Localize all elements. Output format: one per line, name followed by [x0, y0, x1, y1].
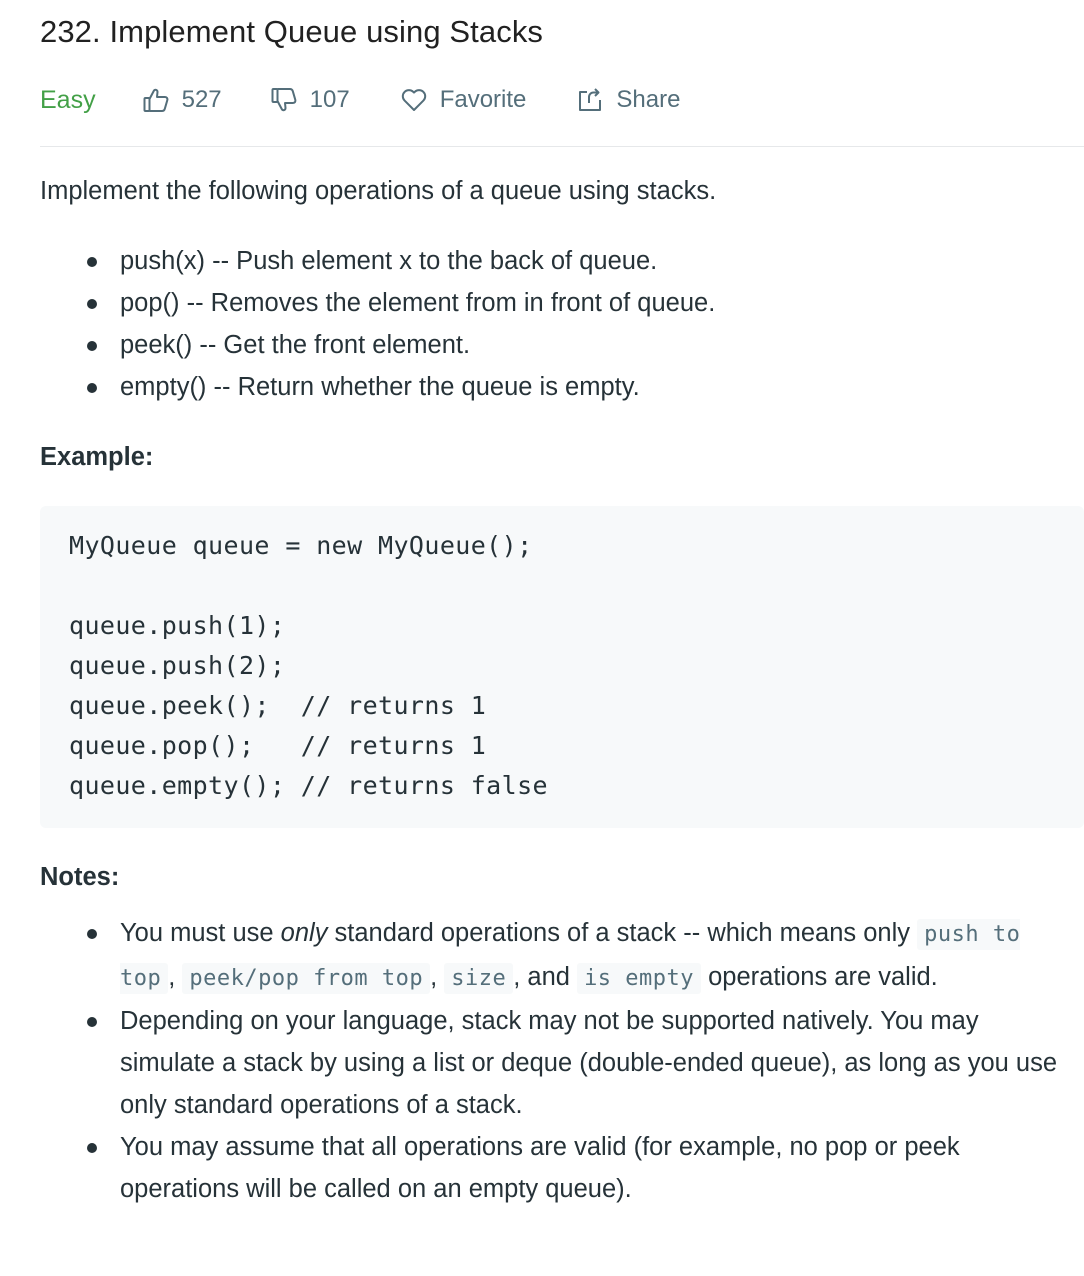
note-item: You must use only standard operations of… [87, 912, 1074, 1000]
code-line: queue.peek(); // returns 1 [69, 691, 487, 720]
operation-item: peek() -- Get the front element. [87, 324, 1084, 366]
thumbs-down-icon [270, 86, 298, 114]
note-text: You must use [120, 919, 281, 947]
note-text: standard operations of a stack -- which … [327, 919, 918, 947]
difficulty-label: Easy [40, 85, 96, 114]
like-button[interactable]: 527 [142, 86, 222, 114]
operations-list: push(x) -- Push element x to the back of… [40, 240, 1084, 408]
example-heading: Example: [40, 443, 154, 471]
favorite-label: Favorite [439, 86, 527, 113]
operation-item: push(x) -- Push element x to the back of… [87, 240, 1084, 282]
code-line: MyQueue queue = new MyQueue(); [69, 531, 533, 560]
code-line: queue.push(2); [69, 651, 286, 680]
dislike-button[interactable]: 107 [270, 86, 350, 114]
problem-meta-bar: Easy 527 107 Favorite Share [40, 80, 680, 120]
dislike-count: 107 [309, 86, 350, 113]
operation-item: pop() -- Removes the element from in fro… [87, 282, 1084, 324]
code-line: queue.empty(); // returns false [69, 771, 548, 800]
note-text: operations are valid. [701, 963, 938, 991]
problem-description: Implement the following operations of a … [40, 170, 1084, 1210]
operation-item: empty() -- Return whether the queue is e… [87, 366, 1084, 408]
header-divider [40, 146, 1084, 147]
favorite-button[interactable]: Favorite [400, 86, 527, 114]
heart-icon [400, 86, 428, 114]
code-line: queue.pop(); // returns 1 [69, 731, 487, 760]
note-separator: , [168, 963, 183, 991]
share-label: Share [616, 86, 681, 113]
code-line: queue.push(1); [69, 611, 286, 640]
share-button[interactable]: Share [576, 86, 680, 114]
problem-title: 232. Implement Queue using Stacks [40, 14, 544, 49]
inline-code: is empty [577, 963, 702, 994]
problem-page: 232. Implement Queue using Stacks Easy 5… [0, 0, 1084, 1276]
inline-code: peek/pop from top [182, 963, 431, 994]
example-code-block: MyQueue queue = new MyQueue(); queue.push… [40, 506, 1084, 828]
thumbs-up-icon [142, 86, 170, 114]
share-icon [576, 86, 604, 114]
notes-list: You must use only standard operations of… [40, 912, 1084, 1210]
note-emphasis: only [280, 919, 328, 947]
notes-heading: Notes: [40, 863, 120, 891]
note-separator: , and [513, 963, 578, 991]
like-count: 527 [181, 86, 222, 113]
note-separator: , [430, 963, 445, 991]
inline-code: size [444, 963, 514, 994]
note-item: Depending on your language, stack may no… [87, 1000, 1074, 1126]
description-intro: Implement the following operations of a … [40, 177, 717, 205]
note-item: You may assume that all operations are v… [87, 1126, 1074, 1210]
